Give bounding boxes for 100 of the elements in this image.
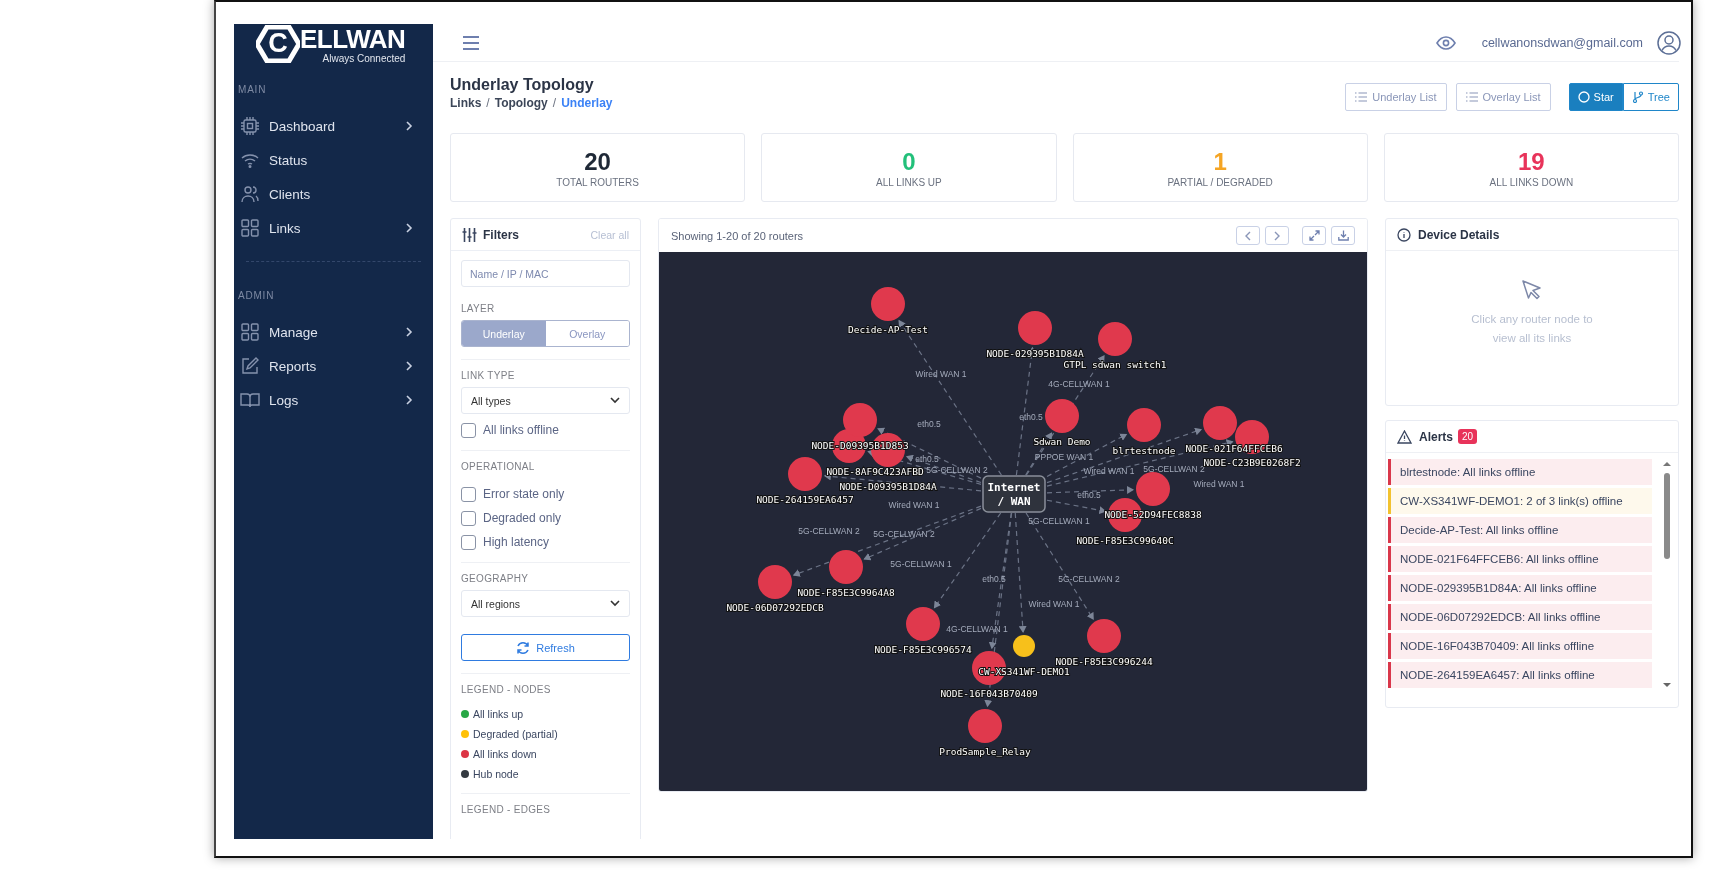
alert-text: blrtestnode: All links offline: [1400, 466, 1536, 478]
panel-title: Device Details: [1418, 227, 1500, 242]
alert-item[interactable]: NODE-264159EA6457: All links offline: [1388, 662, 1652, 688]
section-label: LINK TYPE: [461, 370, 516, 381]
breadcrumb-link[interactable]: Topology: [494, 96, 548, 110]
router-node[interactable]: [1045, 399, 1079, 433]
router-node[interactable]: [968, 709, 1002, 743]
fullscreen-button[interactable]: [1302, 226, 1326, 245]
warning-icon: [1397, 429, 1412, 444]
node-label: NODE-D09395B1D84A: [839, 481, 937, 492]
checkbox[interactable]: [461, 486, 476, 502]
edge-label: Wired WAN 1: [915, 369, 967, 379]
search-field[interactable]: Name / IP / MAC: [461, 260, 630, 287]
book-icon: [240, 390, 260, 410]
router-node[interactable]: [1136, 472, 1170, 506]
menu-icon[interactable]: [462, 35, 480, 50]
edge-label: 5G-CELLWAN 1: [1028, 516, 1090, 526]
router-node[interactable]: [906, 607, 940, 641]
stat-value: 19: [1518, 147, 1545, 175]
edge-label: 5G-CELLWAN 2: [1143, 464, 1205, 474]
empty-state-hint: Click any router node to view all its links: [1470, 312, 1594, 346]
sidebar-item[interactable]: Reports: [234, 349, 433, 383]
user-avatar-icon[interactable]: [1657, 30, 1681, 55]
hub-node[interactable]: Internet / WAN: [982, 475, 1046, 513]
router-node[interactable]: [1098, 322, 1132, 356]
expand-icon: [1308, 230, 1320, 241]
sliders-icon: [462, 227, 477, 242]
stat-label: ALL LINKS DOWN: [1489, 176, 1574, 188]
view-toggle-button[interactable]: Tree: [1622, 83, 1679, 111]
alert-item[interactable]: NODE-06D07292EDCB: All links offline: [1388, 604, 1652, 630]
router-node[interactable]: [788, 457, 822, 491]
view-toggle-button[interactable]: Star: [1568, 83, 1623, 111]
sidebar-section-title: ADMIN: [237, 289, 276, 303]
node-label: Sdwan Demo: [1033, 436, 1091, 447]
router-node[interactable]: [1087, 619, 1121, 653]
pencil-icon: [240, 356, 260, 376]
region-dropdown[interactable]: All regions: [461, 590, 630, 617]
download-icon: [1337, 230, 1349, 241]
chevron-down-icon: [610, 397, 620, 404]
router-node[interactable]: [758, 565, 792, 599]
alert-item[interactable]: NODE-029395B1D84A: All links offline: [1388, 575, 1652, 601]
edge-label: PPPOE WAN 1: [1034, 452, 1094, 462]
edge-label: 4G-CELLWAN 1: [946, 624, 1008, 634]
download-button[interactable]: [1331, 226, 1355, 245]
list-icon: [1465, 92, 1478, 102]
breadcrumb-link[interactable]: Links: [450, 96, 482, 110]
edge-label: Wired WAN 1: [1083, 466, 1135, 476]
refresh-button[interactable]: Refresh: [461, 634, 630, 661]
legend-label: All links up: [473, 707, 524, 720]
results-summary: Showing 1-20 of 20 routers: [671, 229, 804, 242]
alert-text: CW-XS341WF-DEMO1: 2 of 3 link(s) offline: [1400, 495, 1623, 507]
router-node[interactable]: [1203, 406, 1237, 440]
chevron-left-icon: [1244, 230, 1252, 241]
alert-item[interactable]: NODE-16F043B70409: All links offline: [1388, 633, 1652, 659]
sidebar-item[interactable]: Manage: [234, 315, 433, 349]
node-label: blrtestnode: [1112, 445, 1176, 456]
sidebar-item[interactable]: Clients: [234, 177, 433, 211]
alert-text: Decide-AP-Test: All links offline: [1400, 524, 1559, 536]
stat-label: TOTAL ROUTERS: [556, 176, 639, 188]
node-label: NODE-F85E3C99640C: [1076, 535, 1174, 546]
legend-label: Degraded (partial): [473, 727, 558, 740]
breadcrumb-separator: /: [552, 96, 557, 110]
node-label: NODE-029395B1D84A: [986, 348, 1084, 359]
grid-icon: [240, 218, 260, 238]
eye-icon[interactable]: [1435, 35, 1456, 50]
edge-label: 4G-CELLWAN 1: [1048, 379, 1110, 389]
sidebar-section-title: MAIN: [237, 83, 268, 97]
router-node[interactable]: [1127, 408, 1161, 442]
edge-label: eth0.5: [917, 419, 941, 429]
checkbox[interactable]: [461, 534, 476, 550]
alert-item[interactable]: Decide-AP-Test: All links offline: [1388, 517, 1652, 543]
sidebar-item[interactable]: Links: [234, 211, 433, 245]
branch-icon: [1631, 91, 1644, 103]
logo-tagline: Always Connected: [322, 52, 406, 64]
router-node[interactable]: [843, 403, 877, 437]
checkbox-label: Degraded only: [483, 511, 562, 525]
sidebar-item[interactable]: Dashboard: [234, 109, 433, 143]
stat-label: ALL LINKS UP: [876, 176, 942, 188]
alert-item[interactable]: CW-XS341WF-DEMO1: 2 of 3 link(s) offline: [1388, 488, 1652, 514]
sidebar-item[interactable]: Status: [234, 143, 433, 177]
checkbox[interactable]: [461, 510, 476, 526]
link-type-dropdown[interactable]: All types: [461, 387, 630, 414]
router-node[interactable]: [871, 287, 905, 321]
router-node[interactable]: [1018, 311, 1052, 345]
edge-label: 5G-CELLWAN 2: [1058, 574, 1120, 584]
checkbox-label: All links offline: [483, 423, 559, 437]
alert-item[interactable]: blrtestnode: All links offline: [1388, 459, 1652, 485]
node-label: NODE-F85E3C9964A8: [797, 587, 895, 598]
chevron-down-icon: [610, 600, 620, 607]
checkbox[interactable]: [461, 422, 476, 438]
node-label: NODE-06D07292EDCB: [726, 602, 824, 613]
grid-icon: [240, 322, 260, 342]
alert-item[interactable]: NODE-021F64FFCEB6: All links offline: [1388, 546, 1652, 572]
logo-text: ELLWAN: [300, 24, 406, 53]
router-node[interactable]: [1013, 635, 1035, 657]
sidebar-item[interactable]: Logs: [234, 383, 433, 417]
router-node[interactable]: [829, 550, 863, 584]
breadcrumb-link[interactable]: Underlay: [561, 96, 613, 110]
legend-label: Hub node: [473, 767, 519, 780]
alert-text: NODE-16F043B70409: All links offline: [1400, 640, 1595, 652]
